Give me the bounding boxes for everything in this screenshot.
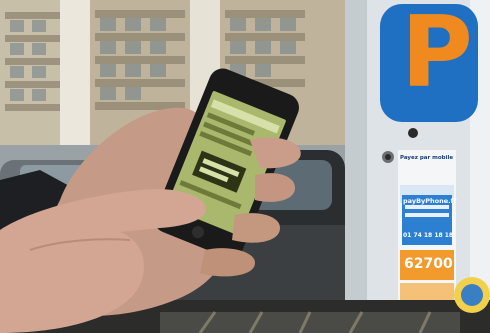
- corner-logo: [454, 277, 490, 313]
- sticker-phone-number: 01 74 18 18 18: [403, 232, 454, 239]
- sticker-heading: Payez par mobile: [400, 155, 454, 161]
- paybyphone-sticker: [398, 150, 456, 310]
- parking-letter: P: [401, 0, 473, 110]
- parking-meter-photo: P Payez par mobile payByPhone.fr 01 74 1…: [0, 0, 490, 333]
- meter-screw: [408, 128, 418, 138]
- sticker-zone-number: 62700: [404, 256, 453, 272]
- sticker-website: payByPhone.fr: [403, 197, 457, 205]
